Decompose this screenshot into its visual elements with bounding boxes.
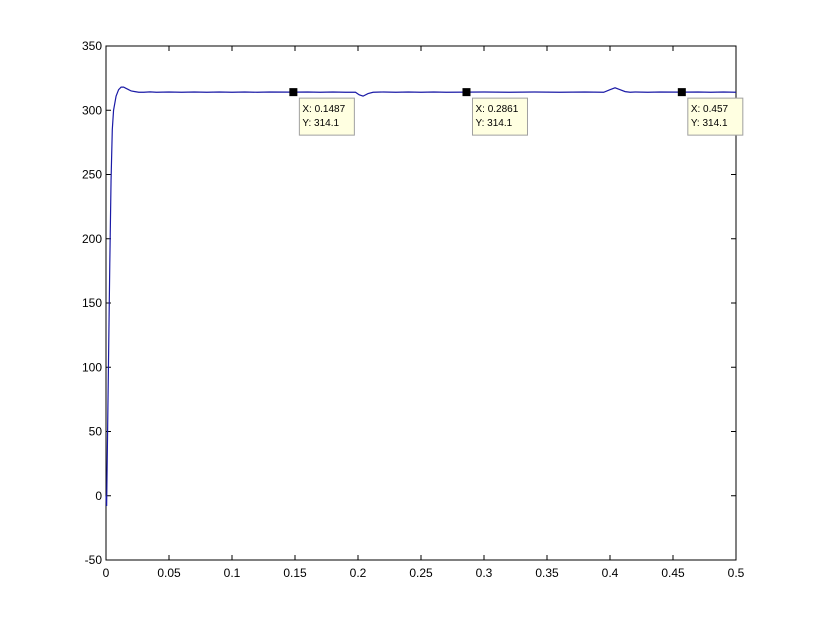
y-tick-label: 250 <box>82 168 102 182</box>
datatip-y-text: Y: 314.1 <box>691 118 728 129</box>
y-tick-label: 100 <box>82 360 102 374</box>
x-tick-label: 0.1 <box>224 566 241 580</box>
plot-area <box>105 45 737 561</box>
x-tick-label: 0.5 <box>728 566 745 580</box>
x-tick-label: 0.3 <box>476 566 493 580</box>
datatip-marker <box>677 88 686 97</box>
x-tick-label: 0.25 <box>409 566 433 580</box>
line-chart: 0 0.05 0.1 0.15 0.2 0.25 0.3 0.35 0.4 0.45 0.5 -50… <box>0 0 813 630</box>
datatip-x-text: X: 0.457 <box>691 104 729 115</box>
y-tick-label: 350 <box>82 39 102 53</box>
y-tick-label: 150 <box>82 296 102 310</box>
datatip-x-text: X: 0.2861 <box>475 104 518 115</box>
datatip-marker <box>289 88 298 97</box>
x-tick-label: 0.4 <box>602 566 619 580</box>
datatip-marker <box>462 88 471 97</box>
x-tick-label: 0.35 <box>535 566 559 580</box>
x-tick-label: 0.05 <box>157 566 181 580</box>
y-tick-label: 300 <box>82 103 102 117</box>
datatip-y-text: Y: 314.1 <box>475 118 512 129</box>
y-tick-label: 200 <box>82 232 102 246</box>
x-tick-label: 0 <box>103 566 110 580</box>
datatip-y-text: Y: 314.1 <box>302 118 339 129</box>
x-tick-label: 0.15 <box>283 566 307 580</box>
y-tick-label: -50 <box>85 553 103 567</box>
y-tick-label: 0 <box>95 489 102 503</box>
x-tick-label: 0.2 <box>350 566 367 580</box>
y-tick-label: 50 <box>89 425 103 439</box>
datatip-x-text: X: 0.1487 <box>302 104 345 115</box>
x-tick-label: 0.45 <box>661 566 685 580</box>
